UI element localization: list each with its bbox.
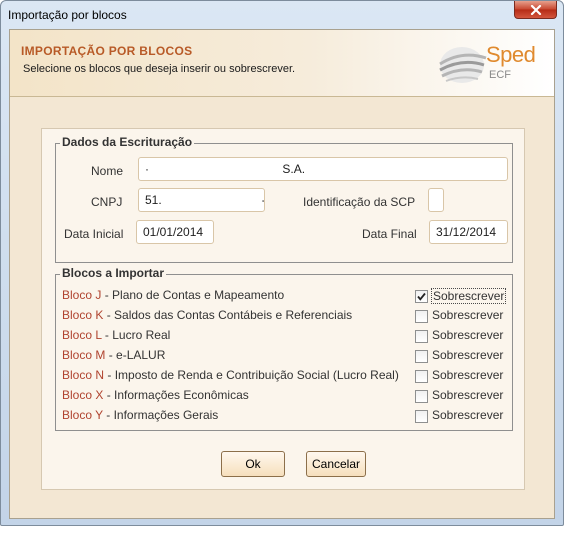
sobrescrever-label-m[interactable]: Sobrescrever — [431, 348, 504, 362]
data-final-label: Data Final — [362, 227, 417, 241]
bloco-desc: - Informações Gerais — [102, 408, 219, 422]
window-title: Importação por blocos — [8, 8, 127, 22]
scp-label: Identificação da SCP — [303, 195, 416, 209]
sobrescrever-label-j[interactable]: Sobrescrever — [431, 288, 507, 304]
data-final-field[interactable]: 31/12/2014 — [429, 220, 508, 244]
bloco-code: Bloco M — [62, 348, 106, 362]
header-subtitle: Selecione os blocos que deseja inserir o… — [23, 63, 296, 75]
sobrescrever-checkbox-k[interactable] — [415, 310, 428, 323]
sobrescrever-label-y[interactable]: Sobrescrever — [431, 408, 504, 422]
bloco-row-m: Bloco M - e-LALUR — [62, 348, 165, 366]
bloco-desc: - Lucro Real — [101, 328, 171, 342]
globe-icon — [439, 47, 487, 83]
logo-text: Sped — [486, 42, 536, 67]
data-inicial-field[interactable]: 01/01/2014 — [136, 220, 214, 244]
escrituracao-group: Dados da Escrituração Nome · S.A. CNPJ 5… — [55, 135, 513, 263]
sobrescrever-label-n[interactable]: Sobrescrever — [431, 368, 504, 382]
bloco-row-k: Bloco K - Saldos das Contas Contábeis e … — [62, 308, 352, 326]
sobrescrever-checkbox-x[interactable] — [415, 390, 428, 403]
header-title: IMPORTAÇÃO POR BLOCOS — [21, 44, 193, 58]
bloco-desc: - Saldos das Contas Contábeis e Referenc… — [103, 308, 353, 322]
close-icon — [530, 4, 541, 15]
ok-button[interactable]: Ok — [221, 451, 285, 477]
checkmark-icon — [417, 292, 426, 301]
bloco-code: Bloco K — [62, 308, 104, 322]
sobrescrever-checkbox-m[interactable] — [415, 350, 428, 363]
title-bar[interactable]: Importação por blocos — [1, 1, 563, 27]
logo-subtext: ECF — [489, 69, 511, 81]
nome-label: Nome — [91, 164, 124, 178]
bloco-code: Bloco L — [62, 328, 102, 342]
sobrescrever-checkbox-l[interactable] — [415, 330, 428, 343]
bloco-row-l: Bloco L - Lucro Real — [62, 328, 170, 346]
bloco-desc: - e-LALUR — [105, 348, 166, 362]
scp-field[interactable] — [428, 188, 444, 212]
bloco-row-n: Bloco N - Imposto de Renda e Contribuiçã… — [62, 368, 399, 386]
bloco-code: Bloco N — [62, 368, 105, 382]
bloco-code: Bloco X — [62, 388, 104, 402]
data-inicial-label: Data Inicial — [64, 227, 124, 241]
sobrescrever-label-k[interactable]: Sobrescrever — [431, 308, 504, 322]
sobrescrever-label-l[interactable]: Sobrescrever — [431, 328, 504, 342]
bloco-code: Bloco J — [62, 288, 102, 302]
sobrescrever-label-x[interactable]: Sobrescrever — [431, 388, 504, 402]
dialog-header: IMPORTAÇÃO POR BLOCOS Selecione os bloco… — [10, 30, 554, 97]
cnpj-label: CNPJ — [91, 195, 123, 209]
bloco-row-y: Bloco Y - Informações Gerais — [62, 408, 218, 426]
escrituracao-legend: Dados da Escrituração — [60, 135, 195, 149]
cancel-button[interactable]: Cancelar — [306, 451, 366, 477]
bloco-row-j: Bloco J - Plano de Contas e Mapeamento — [62, 288, 284, 306]
sobrescrever-checkbox-n[interactable] — [415, 370, 428, 383]
dialog-window: Importação por blocos IMPORTAÇÃO POR BLO… — [0, 0, 564, 526]
content-panel: Dados da Escrituração Nome · S.A. CNPJ 5… — [41, 128, 525, 490]
blocos-group: Blocos a Importar Bloco J - Plano de Con… — [55, 266, 513, 431]
blocos-legend: Blocos a Importar — [60, 266, 167, 280]
cnpj-field[interactable]: 51. -16 — [138, 188, 265, 212]
bloco-row-x: Bloco X - Informações Econômicas — [62, 388, 249, 406]
bloco-desc: - Informações Econômicas — [103, 388, 249, 402]
bloco-code: Bloco Y — [62, 408, 103, 422]
nome-field[interactable]: · S.A. — [138, 157, 508, 181]
sped-logo: Sped ECF — [434, 40, 544, 86]
dialog-body: IMPORTAÇÃO POR BLOCOS Selecione os bloco… — [9, 29, 555, 519]
bloco-desc: - Imposto de Renda e Contribuição Social… — [104, 368, 399, 382]
sobrescrever-checkbox-j[interactable] — [415, 290, 428, 303]
close-button[interactable] — [514, 1, 557, 19]
bloco-desc: - Plano de Contas e Mapeamento — [101, 288, 285, 302]
sobrescrever-checkbox-y[interactable] — [415, 410, 428, 423]
